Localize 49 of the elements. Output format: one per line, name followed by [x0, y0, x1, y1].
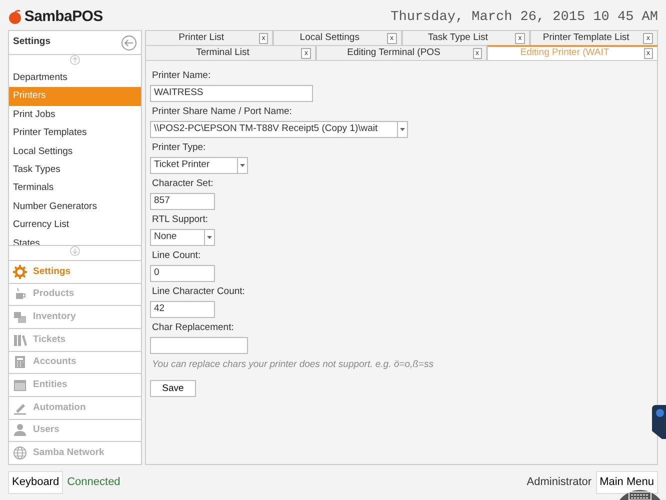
field-label: Char Replacement:	[152, 321, 235, 335]
gear-icon	[13, 264, 27, 279]
input-field[interactable]: 0	[150, 265, 215, 282]
sidebar-item[interactable]: Number Generators	[9, 198, 141, 216]
table-icon	[13, 378, 27, 392]
caret-icon	[207, 236, 212, 239]
sidebar-item[interactable]: Local Settings	[9, 142, 141, 161]
logo-text: SambaPOS	[24, 6, 103, 27]
back-icon[interactable]	[121, 34, 137, 50]
caret-icon	[240, 164, 245, 167]
field-label: Character Set:	[152, 177, 214, 191]
cup-icon	[13, 287, 27, 302]
dropdown[interactable]: None	[150, 229, 215, 246]
sidebar-item[interactable]: Print Jobs	[9, 106, 141, 124]
input-field[interactable]	[150, 337, 248, 354]
sidebar-title: Settings	[13, 35, 50, 50]
remote-support-icon[interactable]	[652, 405, 666, 439]
field-label: Printer Type:	[152, 141, 207, 155]
save-button[interactable]: Save	[150, 380, 196, 398]
user-name: Administrator	[526, 475, 592, 490]
field-label: Line Count:	[152, 249, 202, 263]
scroll-up-icon[interactable]	[70, 55, 80, 65]
field-label: RTL Support:	[152, 213, 209, 227]
sidebar-item[interactable]: Printer Templates	[9, 124, 141, 143]
dropdown[interactable]: Ticket Printer	[150, 157, 248, 174]
globe-icon	[13, 446, 27, 460]
scroll-down-icon[interactable]	[70, 246, 80, 256]
books-icon	[13, 332, 27, 347]
input-field[interactable]: 857	[150, 193, 215, 210]
field-label: Line Character Count:	[152, 285, 246, 299]
sidebar-item[interactable]: Terminals	[9, 179, 141, 198]
input-field[interactable]: WAITRESS	[150, 85, 313, 102]
sidebar-item[interactable]: Currency List	[9, 216, 141, 235]
keyboard-button[interactable]: Keyboard	[8, 471, 64, 494]
date-time: Thursday, March 26, 2015 10 45 AM	[390, 9, 658, 27]
user-icon	[13, 423, 27, 438]
sidebar-item[interactable]: States	[9, 234, 141, 246]
sidebar-item[interactable]: Task Types	[9, 160, 141, 180]
hint-text: You can replace chars your printer does not support. e.g. ö=o,ß=ss	[152, 358, 434, 372]
boxes-icon	[13, 310, 27, 324]
logo-icon	[8, 10, 22, 24]
field-label: Printer Name:	[152, 69, 212, 83]
connection-status: Connected	[67, 475, 120, 490]
calculator-icon	[13, 355, 27, 370]
sidebar-item[interactable]: Departments	[9, 69, 141, 88]
field-label: Printer Share Name / Port Name:	[152, 105, 293, 119]
input-field[interactable]: 42	[150, 301, 215, 318]
caret-icon	[400, 128, 405, 131]
dropdown[interactable]: \\POS2-PC\EPSON TM-T88V Receipt5 (Copy 1)\wait	[150, 121, 408, 138]
